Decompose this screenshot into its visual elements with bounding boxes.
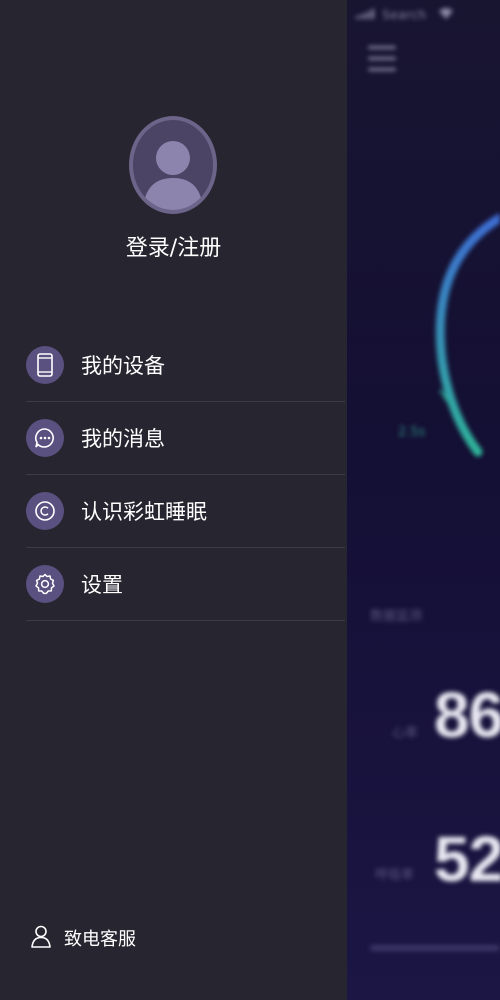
menu-label-settings: 设置 [81, 573, 123, 597]
signal-icon [356, 8, 374, 22]
status-bar: Search [356, 8, 453, 22]
menu-label-about-rainbow-sleep: 认识彩虹睡眠 [81, 500, 207, 524]
person-icon [30, 924, 52, 952]
drawer-menu: 我的设备 我的消息 认识彩虹睡眠 设置 [26, 329, 345, 621]
bottom-bar [370, 945, 500, 951]
menu-item-settings[interactable]: 设置 [26, 548, 345, 621]
gauge-value-label: 2.5s [398, 425, 426, 440]
metric-1-value: 86 [434, 679, 500, 751]
hamburger-menu-icon[interactable] [368, 46, 396, 76]
metric-2-label: 呼吸率 [375, 868, 415, 883]
call-customer-service-button[interactable]: 致电客服 [30, 924, 136, 952]
menu-label-my-devices: 我的设备 [81, 354, 165, 378]
gear-icon [26, 565, 64, 603]
call-customer-service-label: 致电客服 [64, 929, 136, 950]
menu-item-about-rainbow-sleep[interactable]: 认识彩虹睡眠 [26, 475, 345, 548]
copyright-icon [26, 492, 64, 530]
phone-icon [26, 346, 64, 384]
menu-item-my-messages[interactable]: 我的消息 [26, 402, 345, 475]
user-avatar-icon[interactable] [129, 116, 217, 214]
wifi-icon [438, 8, 453, 22]
status-carrier: Search [382, 8, 427, 22]
metric-1-label: 心率 [392, 726, 419, 741]
menu-item-my-devices[interactable]: 我的设备 [26, 329, 345, 402]
sleep-gauge-arc [435, 213, 500, 457]
navigation-drawer: 登录/注册 我的设备 我的消息 认识彩虹睡眠 设置 致电客服 [0, 0, 347, 1000]
login-register-link[interactable]: 登录/注册 [0, 230, 347, 262]
section-label: 数据监测 [370, 609, 423, 624]
chat-bubble-icon [26, 419, 64, 457]
screen: Search 2.5s 数据监测 心率 86 呼吸率 52 登录/注册 我的设备… [0, 0, 500, 1000]
metric-2-value: 52 [434, 823, 500, 895]
menu-label-my-messages: 我的消息 [81, 427, 165, 451]
